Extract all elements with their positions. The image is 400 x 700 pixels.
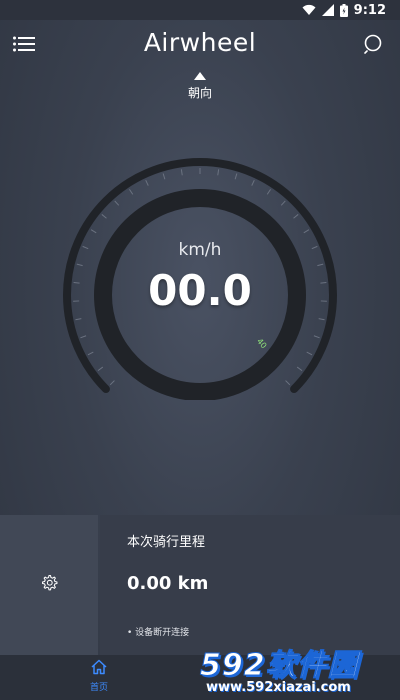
search-button[interactable]: [362, 32, 386, 56]
battery-icon: [339, 3, 348, 17]
max-tick-label: 40: [255, 337, 268, 351]
trip-title: 本次骑行里程: [127, 535, 206, 550]
gauge-tick: [180, 169, 183, 176]
gauge-tick: [90, 229, 97, 234]
signal-icon: [321, 4, 334, 16]
settings-button[interactable]: [0, 515, 98, 655]
gauge-tick: [162, 173, 166, 180]
wifi-icon: [302, 4, 316, 15]
direction-indicator[interactable]: 朝向: [150, 72, 250, 101]
gauge-tick: [303, 229, 310, 234]
bottom-panel: 本次骑行里程 0.00 km • 设备断开连接: [0, 515, 400, 655]
gauge-tick: [101, 214, 107, 219]
gauge-tick: [129, 189, 134, 195]
gauge-tick: [97, 366, 104, 372]
gauge-tick: [251, 179, 255, 186]
app-title: Airwheel: [143, 28, 257, 57]
watermark-url: www.592xiazai.com: [206, 680, 351, 695]
trip-distance: 0.00 km: [127, 573, 209, 594]
search-icon: [364, 34, 382, 54]
home-icon: [91, 659, 107, 675]
gauge-tick: [306, 351, 313, 356]
nav-home-label: 首页: [89, 683, 108, 693]
trip-panel: 本次骑行里程 0.00 km • 设备断开连接: [100, 515, 400, 655]
gauge-tick: [293, 214, 299, 219]
gauge-tick: [234, 173, 238, 180]
gauge-tick: [313, 335, 320, 339]
gauge-tick: [318, 318, 325, 321]
gauge-tick: [285, 380, 291, 386]
gauge-tick: [296, 366, 303, 372]
app-bar: Airwheel: [0, 20, 400, 70]
up-arrow-icon: [194, 72, 206, 80]
status-time: 9:12: [353, 2, 386, 18]
watermark-logo: 592软件园: [200, 648, 359, 684]
gauge-tick: [217, 169, 220, 176]
gauge-tick: [145, 179, 149, 186]
gauge-tick: [114, 200, 120, 206]
gauge-tick: [109, 380, 115, 386]
speed-unit: km/h: [178, 240, 222, 260]
speed-value: 00.0: [148, 266, 252, 315]
gear-icon: [42, 574, 58, 591]
gauge-tick: [266, 189, 271, 195]
gauge-tick: [280, 200, 286, 206]
watermark: 592软件园 www.592xiazai.com: [196, 640, 400, 700]
direction-label: 朝向: [187, 86, 212, 100]
connection-status: • 设备断开连接: [127, 628, 190, 638]
gauge-tick: [87, 351, 94, 356]
gauge-tick: [80, 335, 87, 339]
nav-home[interactable]: 首页: [84, 659, 114, 695]
gauge-tick: [75, 318, 82, 321]
status-bar: 9:12: [0, 0, 400, 20]
